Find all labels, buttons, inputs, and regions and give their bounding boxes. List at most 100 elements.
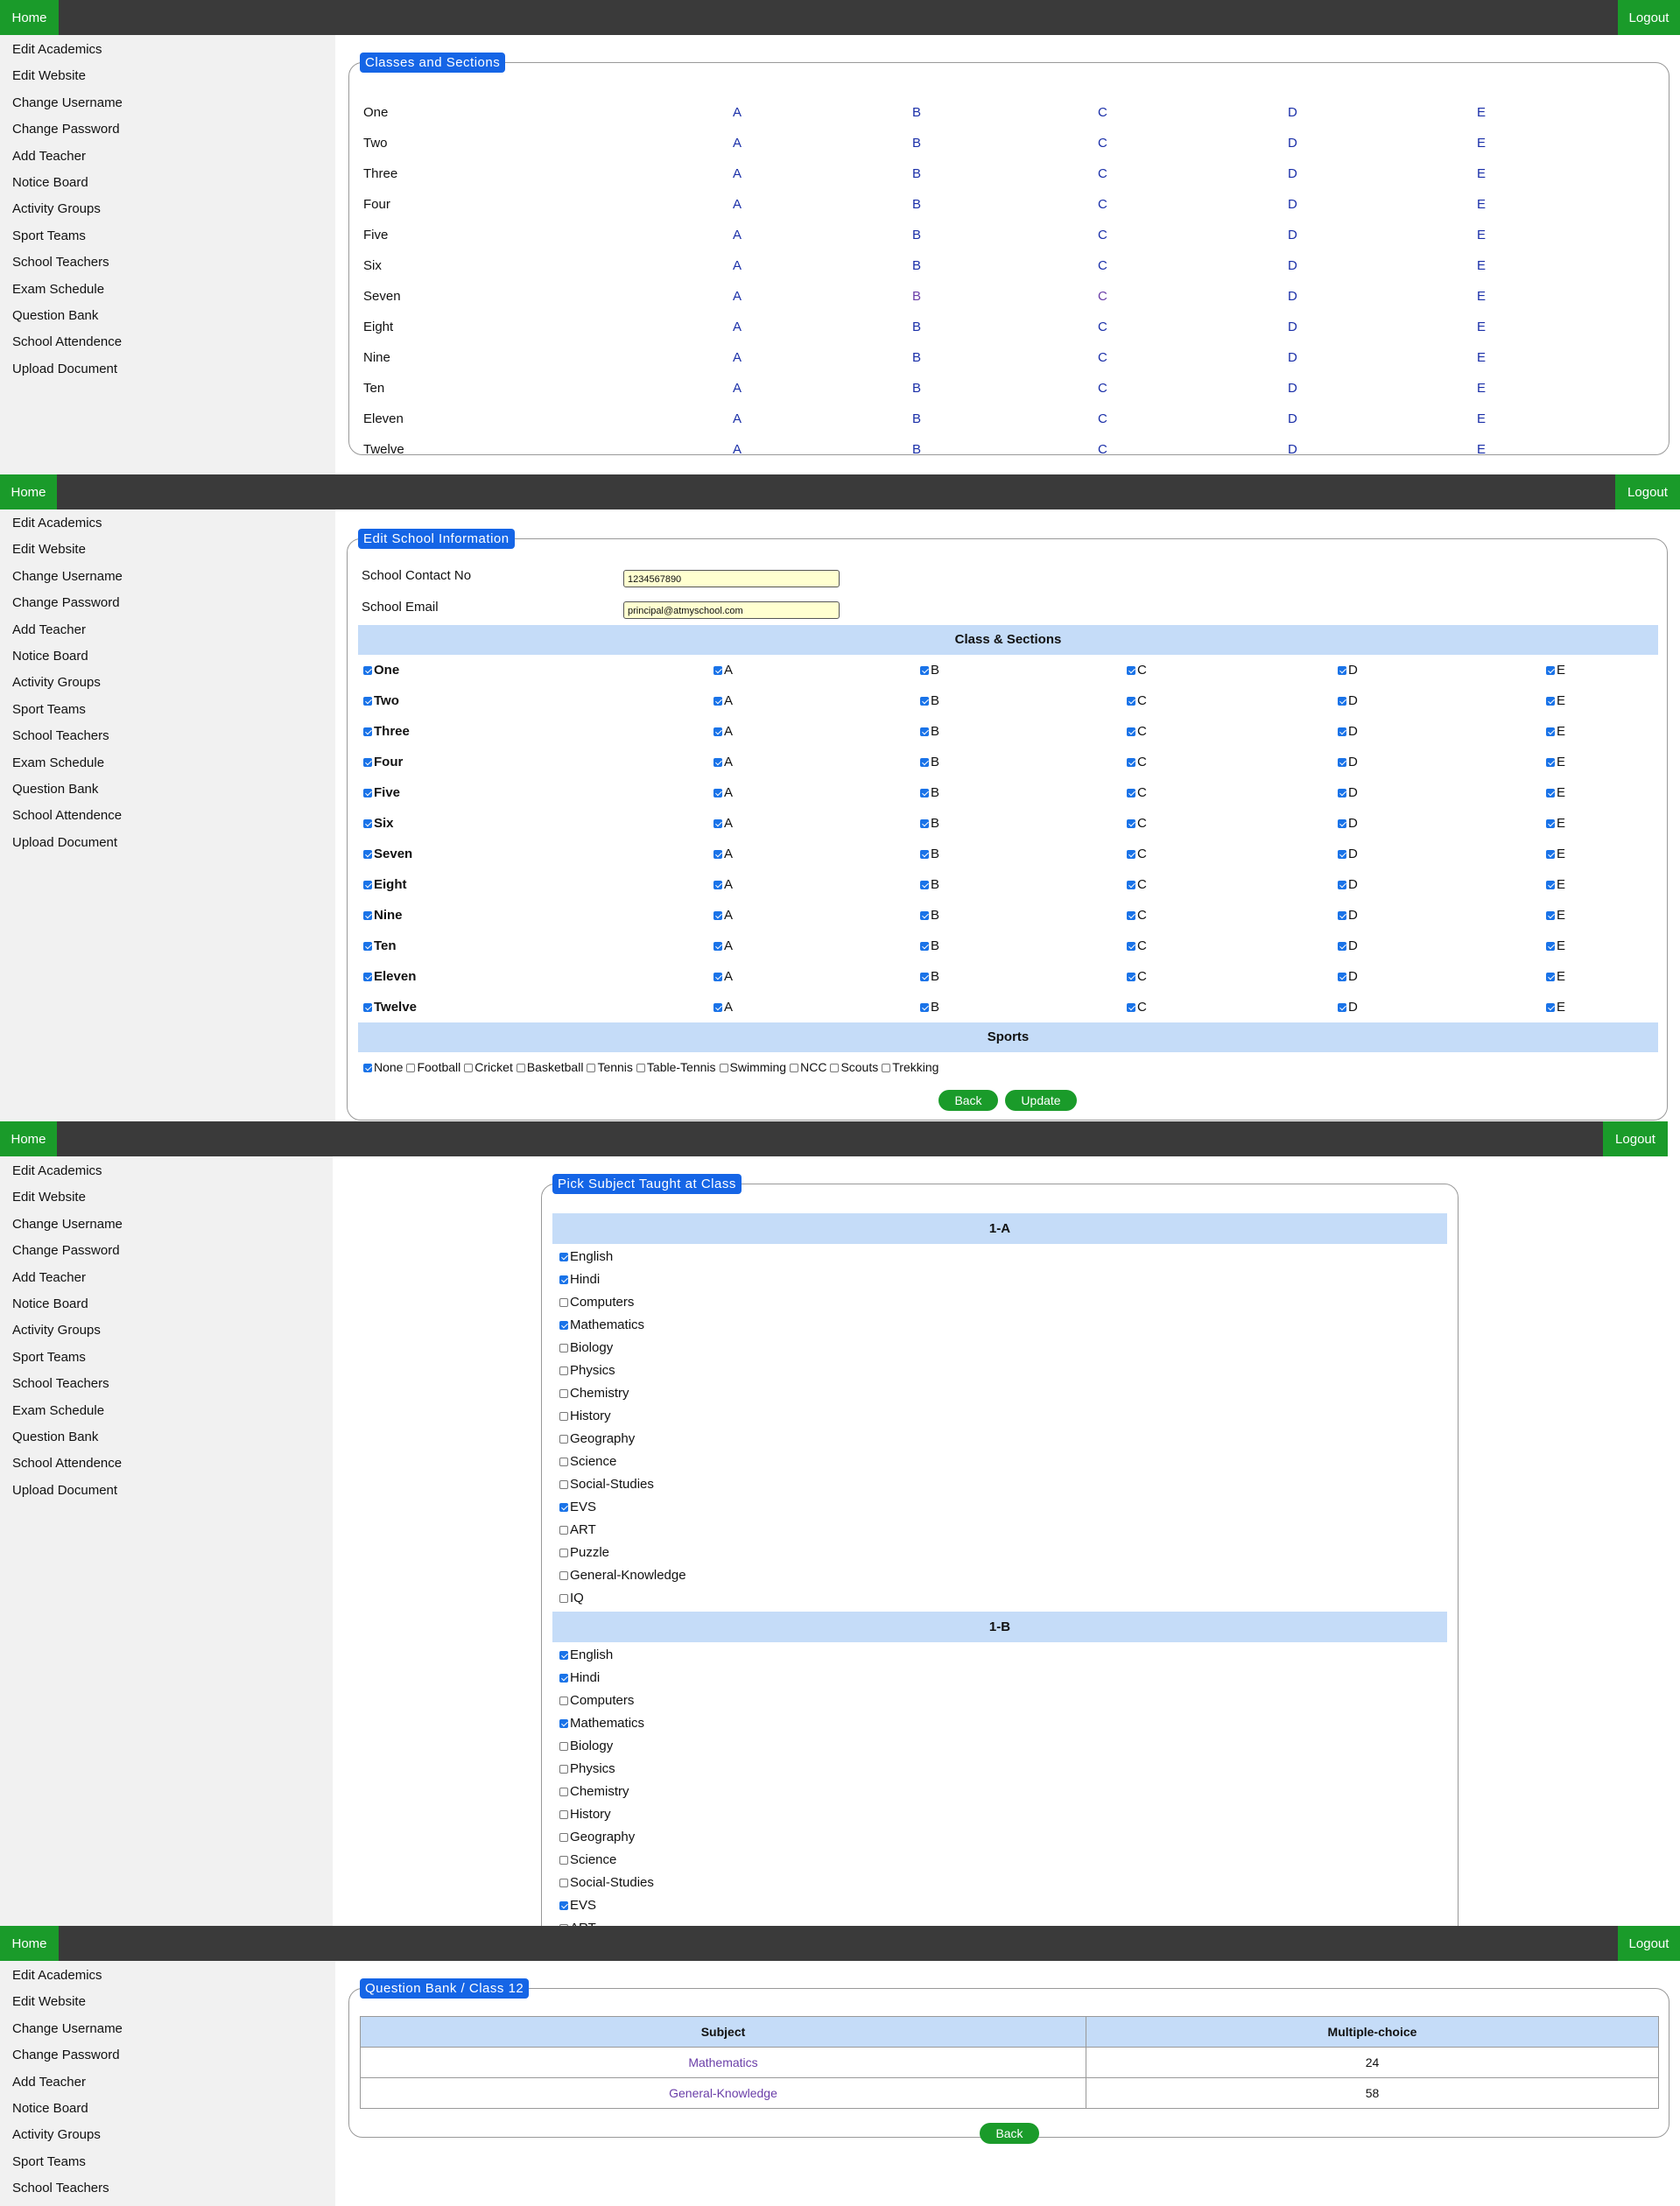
sidebar-item-change-password[interactable]: Change Password: [0, 590, 335, 616]
section-checkbox[interactable]: A: [713, 992, 733, 1022]
checkbox-checked-icon[interactable]: [920, 727, 929, 736]
sidebar-item-add-teacher[interactable]: Add Teacher: [0, 2069, 335, 2096]
home-button[interactable]: Home: [0, 1926, 59, 1961]
checkbox-checked-icon[interactable]: [920, 911, 929, 920]
checkbox-unchecked-icon[interactable]: [559, 1458, 568, 1466]
sidebar-item-change-username[interactable]: Change Username: [0, 90, 335, 116]
checkbox-checked-icon[interactable]: [1127, 789, 1135, 797]
subject-option[interactable]: Mathematics: [559, 1712, 644, 1735]
sidebar-item-change-password[interactable]: Change Password: [0, 1238, 333, 1264]
section-link[interactable]: A: [733, 189, 742, 220]
checkbox-checked-icon[interactable]: [559, 1503, 568, 1512]
checkbox-unchecked-icon[interactable]: [587, 1064, 596, 1072]
sidebar-item-exam-schedule[interactable]: Exam Schedule: [0, 1398, 333, 1424]
home-button[interactable]: Home: [0, 0, 59, 35]
section-checkbox[interactable]: A: [713, 808, 733, 839]
checkbox-checked-icon[interactable]: [920, 758, 929, 767]
checkbox-unchecked-icon[interactable]: [559, 1810, 568, 1819]
subject-option[interactable]: Social-Studies: [559, 1473, 654, 1496]
section-link[interactable]: D: [1288, 97, 1297, 128]
section-checkbox[interactable]: D: [1338, 931, 1358, 961]
subject-option[interactable]: Chemistry: [559, 1781, 629, 1803]
subject-option[interactable]: English: [559, 1644, 613, 1667]
section-checkbox[interactable]: C: [1127, 655, 1147, 685]
section-checkbox[interactable]: A: [713, 777, 733, 808]
subject-option[interactable]: Social-Studies: [559, 1872, 654, 1894]
section-link[interactable]: E: [1477, 404, 1486, 434]
checkbox-checked-icon[interactable]: [920, 819, 929, 828]
sidebar-item-add-teacher[interactable]: Add Teacher: [0, 617, 335, 643]
section-checkbox[interactable]: C: [1127, 747, 1147, 777]
section-link[interactable]: D: [1288, 189, 1297, 220]
section-link[interactable]: B: [912, 220, 921, 250]
sidebar-item-edit-website[interactable]: Edit Website: [0, 537, 335, 563]
checkbox-checked-icon[interactable]: [1338, 789, 1346, 797]
checkbox-unchecked-icon[interactable]: [559, 1549, 568, 1557]
section-link[interactable]: D: [1288, 158, 1297, 189]
checkbox-unchecked-icon[interactable]: [464, 1064, 474, 1072]
checkbox-unchecked-icon[interactable]: [559, 1879, 568, 1887]
checkbox-checked-icon[interactable]: [1338, 727, 1346, 736]
checkbox-checked-icon[interactable]: [1546, 789, 1555, 797]
checkbox-unchecked-icon[interactable]: [516, 1064, 525, 1072]
section-checkbox[interactable]: D: [1338, 992, 1358, 1022]
checkbox-checked-icon[interactable]: [363, 942, 372, 951]
checkbox-unchecked-icon[interactable]: [559, 1571, 568, 1580]
subject-option[interactable]: IQ: [559, 1587, 584, 1610]
checkbox-checked-icon[interactable]: [920, 881, 929, 889]
section-checkbox[interactable]: E: [1546, 808, 1565, 839]
section-link[interactable]: A: [733, 128, 742, 158]
section-link[interactable]: D: [1288, 312, 1297, 342]
subject-option[interactable]: History: [559, 1405, 611, 1428]
section-link[interactable]: A: [733, 404, 742, 434]
sidebar-item-question-bank[interactable]: Question Bank: [0, 1424, 333, 1451]
sidebar-item-school-attendence[interactable]: School Attendence: [0, 1451, 333, 1477]
checkbox-checked-icon[interactable]: [1546, 942, 1555, 951]
home-button[interactable]: Home: [0, 1121, 57, 1156]
section-checkbox[interactable]: B: [920, 685, 939, 716]
section-link[interactable]: E: [1477, 220, 1486, 250]
checkbox-checked-icon[interactable]: [713, 727, 722, 736]
section-link[interactable]: B: [912, 373, 921, 404]
section-link[interactable]: D: [1288, 128, 1297, 158]
checkbox-checked-icon[interactable]: [559, 1674, 568, 1683]
sport-option-table-tennis[interactable]: Table-Tennis: [636, 1060, 716, 1074]
update-button[interactable]: Update: [1005, 1090, 1077, 1111]
subject-option[interactable]: Chemistry: [559, 1382, 629, 1405]
checkbox-checked-icon[interactable]: [713, 850, 722, 859]
subject-option[interactable]: EVS: [559, 1496, 596, 1519]
section-checkbox[interactable]: B: [920, 777, 939, 808]
class-checkbox[interactable]: Nine: [363, 900, 403, 931]
subject-option[interactable]: General-Knowledge: [559, 1564, 686, 1587]
section-link[interactable]: D: [1288, 404, 1297, 434]
section-checkbox[interactable]: B: [920, 716, 939, 747]
section-checkbox[interactable]: A: [713, 961, 733, 992]
checkbox-checked-icon[interactable]: [1127, 850, 1135, 859]
section-checkbox[interactable]: E: [1546, 655, 1565, 685]
sidebar-item-edit-academics[interactable]: Edit Academics: [0, 510, 335, 537]
checkbox-checked-icon[interactable]: [713, 789, 722, 797]
checkbox-checked-icon[interactable]: [363, 973, 372, 981]
checkbox-checked-icon[interactable]: [1546, 819, 1555, 828]
class-checkbox[interactable]: Twelve: [363, 992, 417, 1022]
section-link[interactable]: B: [912, 281, 921, 312]
checkbox-checked-icon[interactable]: [1338, 1003, 1346, 1012]
section-link[interactable]: B: [912, 434, 921, 465]
section-checkbox[interactable]: C: [1127, 992, 1147, 1022]
section-checkbox[interactable]: B: [920, 808, 939, 839]
class-checkbox[interactable]: One: [363, 655, 399, 685]
section-checkbox[interactable]: D: [1338, 961, 1358, 992]
checkbox-checked-icon[interactable]: [1546, 1003, 1555, 1012]
sidebar-item-change-password[interactable]: Change Password: [0, 116, 335, 143]
checkbox-checked-icon[interactable]: [920, 666, 929, 675]
sidebar-item-edit-website[interactable]: Edit Website: [0, 63, 335, 89]
section-link[interactable]: D: [1288, 220, 1297, 250]
class-checkbox[interactable]: Six: [363, 808, 394, 839]
checkbox-checked-icon[interactable]: [1127, 758, 1135, 767]
checkbox-unchecked-icon[interactable]: [559, 1412, 568, 1421]
back-button[interactable]: Back: [938, 1090, 998, 1111]
section-link[interactable]: E: [1477, 250, 1486, 281]
checkbox-checked-icon[interactable]: [1546, 697, 1555, 706]
section-checkbox[interactable]: C: [1127, 777, 1147, 808]
sidebar-item-activity-groups[interactable]: Activity Groups: [0, 670, 335, 696]
